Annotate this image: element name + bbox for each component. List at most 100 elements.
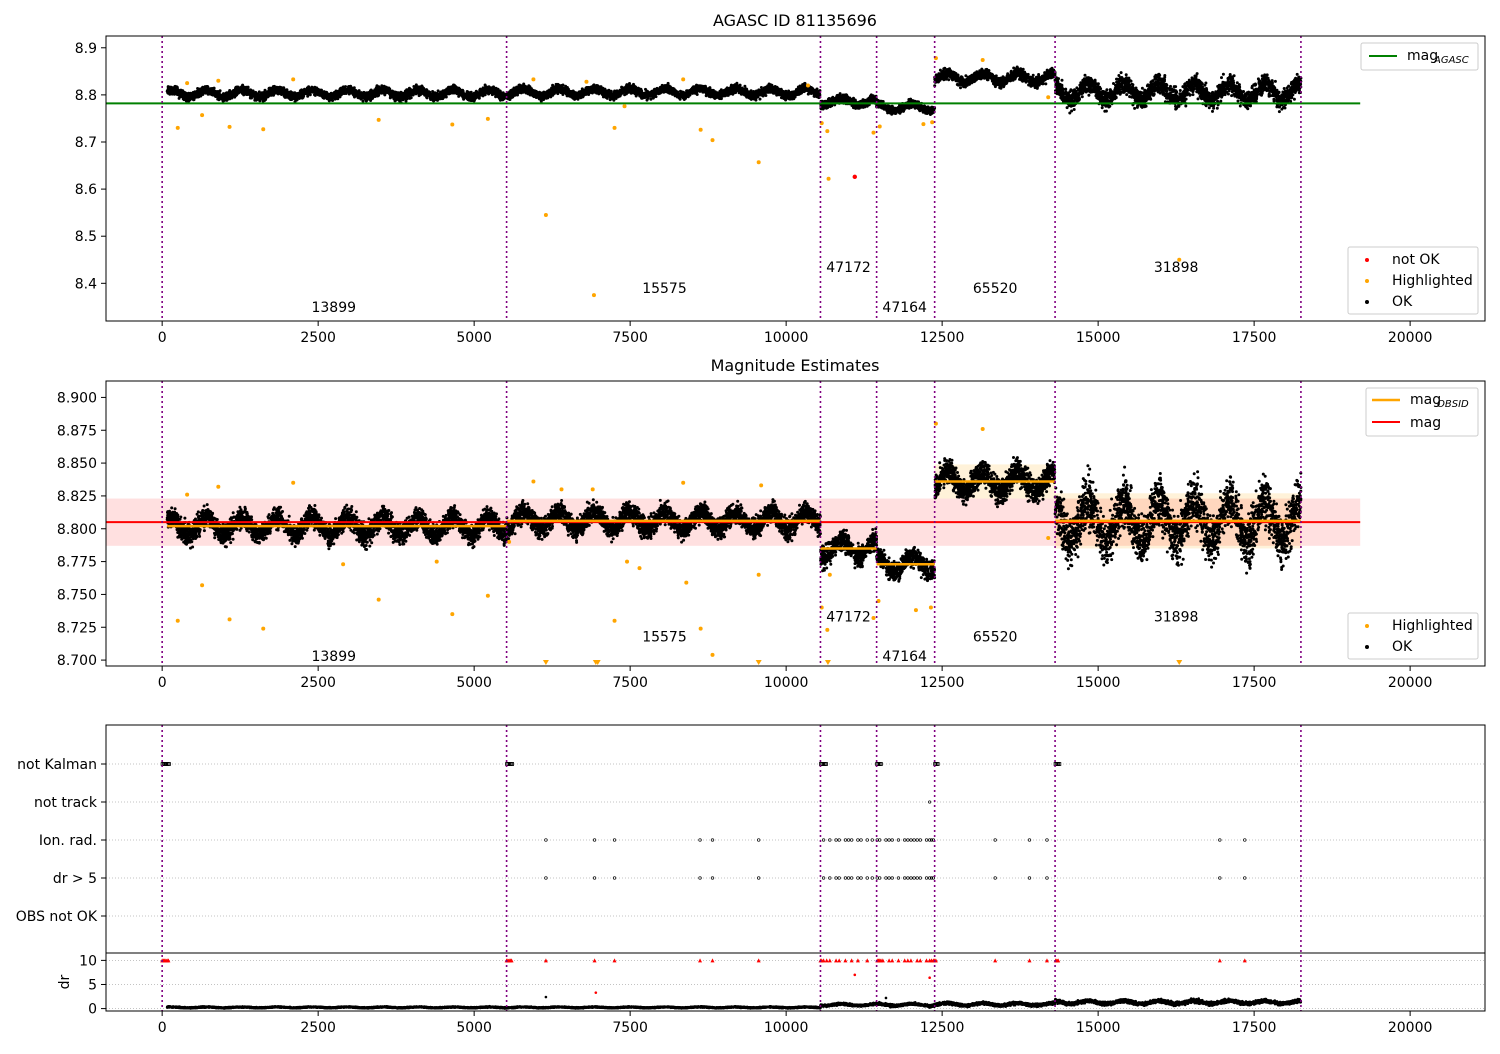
ok-point	[436, 98, 439, 102]
agasc-panel: AGASC ID 81135696 1389915575471724716465…	[75, 11, 1486, 346]
ok-point	[376, 94, 380, 98]
ok-point	[366, 91, 370, 95]
ok-point	[408, 89, 412, 92]
ok-point	[336, 94, 339, 98]
ok-point	[342, 90, 346, 94]
ok-point	[475, 93, 479, 97]
ok-point	[321, 92, 324, 96]
ok-point	[166, 85, 170, 89]
ok-point	[317, 89, 321, 93]
ok-point	[340, 90, 343, 94]
ok-point	[237, 89, 240, 92]
ok-point	[356, 90, 360, 94]
ok-point	[295, 95, 299, 99]
ok-point	[422, 89, 426, 93]
ok-point	[309, 88, 313, 92]
ok-point	[487, 88, 491, 92]
agasc-panel-title: AGASC ID 81135696	[713, 11, 877, 30]
ok-point	[241, 89, 245, 93]
ok-point	[404, 94, 408, 98]
ok-point	[413, 86, 417, 90]
ok-point	[352, 93, 356, 97]
ok-point	[313, 90, 316, 94]
ok-point	[170, 86, 174, 90]
ok-point	[338, 95, 342, 99]
ok-point	[256, 94, 260, 98]
ok-point	[272, 93, 275, 97]
ok-point	[327, 98, 331, 102]
ok-point	[306, 94, 310, 98]
ok-point	[262, 98, 266, 102]
ok-point	[225, 97, 229, 101]
ok-point	[349, 91, 353, 95]
ok-point	[275, 90, 279, 94]
ok-point	[440, 92, 444, 96]
ok-point	[201, 87, 205, 91]
ok-point	[396, 91, 400, 95]
figure: AGASC ID 81135696 1389915575471724716465…	[16, 11, 1486, 1036]
ok-point	[246, 92, 250, 96]
ok-point	[253, 91, 257, 95]
ok-point	[428, 91, 432, 95]
ok-point	[451, 89, 455, 93]
ok-point	[167, 88, 171, 92]
ok-point	[333, 90, 337, 94]
ok-point	[177, 90, 181, 94]
ok-point	[234, 85, 238, 89]
ok-point	[498, 97, 502, 101]
ok-point	[221, 95, 225, 99]
ok-point	[352, 90, 356, 94]
ok-point	[265, 92, 269, 96]
ok-point	[441, 97, 445, 101]
ok-point	[481, 92, 485, 96]
ok-point	[397, 98, 401, 102]
ok-point	[412, 91, 416, 95]
ok-point	[390, 89, 394, 93]
ok-point	[234, 94, 238, 98]
ok-point	[375, 91, 379, 95]
ok-point	[372, 91, 376, 95]
ok-point	[478, 87, 482, 91]
ok-point	[433, 91, 437, 95]
ok-point	[359, 97, 363, 101]
ok-point	[306, 86, 310, 90]
ok-point	[297, 97, 301, 100]
ok-point	[246, 89, 250, 92]
ok-point	[430, 96, 434, 100]
ok-point	[378, 87, 382, 91]
ok-point	[409, 96, 413, 100]
ok-point	[444, 92, 448, 96]
ok-point	[218, 89, 222, 93]
ok-point	[206, 87, 209, 91]
ok-point	[313, 93, 316, 97]
ok-point	[743, 84, 747, 88]
ok-point	[179, 89, 183, 93]
ok-point	[289, 98, 293, 101]
ok-point	[433, 94, 437, 98]
ok-point	[380, 84, 384, 88]
ok-point	[477, 96, 481, 100]
ok-point	[384, 88, 388, 92]
ok-point	[392, 96, 396, 100]
ok-point	[326, 94, 329, 98]
ok-point	[472, 93, 475, 97]
ok-point	[262, 92, 266, 96]
ok-point	[425, 91, 429, 94]
ok-point	[330, 95, 333, 99]
ok-point	[501, 97, 505, 101]
ok-point	[221, 99, 225, 103]
ok-point	[649, 97, 653, 101]
ok-point	[257, 97, 261, 101]
ok-point	[295, 92, 299, 96]
ok-point	[371, 95, 375, 98]
ok-point	[447, 88, 451, 92]
ok-point	[374, 87, 378, 91]
ok-point	[466, 96, 470, 100]
ok-point	[205, 90, 209, 93]
ok-point	[496, 94, 500, 98]
ok-point	[300, 88, 304, 92]
ok-point	[464, 92, 468, 96]
ok-point	[369, 89, 372, 93]
ok-point	[305, 89, 309, 93]
ok-point	[299, 92, 303, 96]
